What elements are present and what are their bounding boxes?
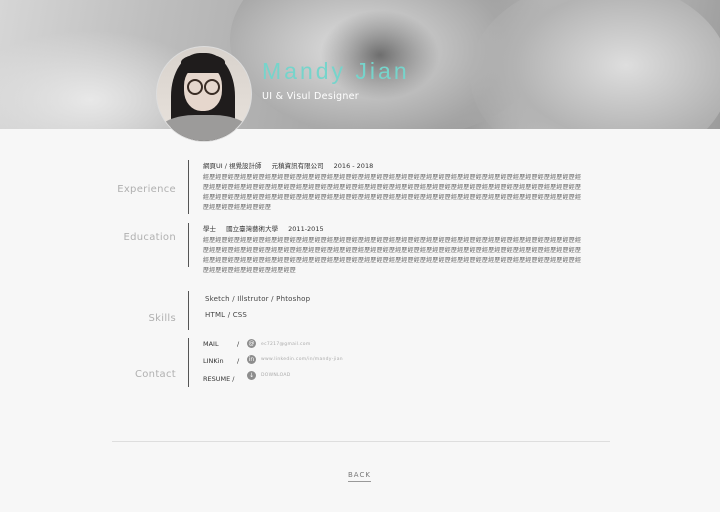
experience-entry: 網頁UI / 視覺設計師 元稹資訊有限公司 2016 - 2018 經歷經歷經歷… bbox=[203, 160, 583, 213]
banner-texture bbox=[320, 10, 440, 100]
glasses-lens bbox=[204, 79, 220, 95]
section-label-contact: Contact bbox=[134, 369, 176, 380]
contact-resume-label: RESUME / bbox=[203, 375, 235, 383]
education-title-row: 學士 國立臺灣藝術大學 2011-2015 bbox=[203, 223, 583, 233]
education-period: 2011-2015 bbox=[288, 225, 324, 233]
avatar-fringe bbox=[181, 55, 225, 73]
contact-linkin-label: LINKin bbox=[203, 357, 224, 365]
back-button[interactable]: BACK bbox=[348, 471, 371, 482]
education-entry: 學士 國立臺灣藝術大學 2011-2015 經歷經歷經歷經歷經歷經歷經歷經歷經歷… bbox=[203, 223, 583, 276]
section-divider-line bbox=[188, 291, 189, 330]
avatar bbox=[156, 46, 252, 142]
contact-linkin-value[interactable]: www.linkedin.com/in/mandy-jian bbox=[261, 357, 343, 362]
footer-divider bbox=[112, 441, 610, 442]
section-label-education: Education bbox=[123, 232, 176, 243]
download-icon[interactable]: ↓ bbox=[247, 371, 256, 380]
section-divider-line bbox=[188, 160, 189, 214]
company-name: 元稹資訊有限公司 bbox=[271, 162, 324, 170]
banner-texture bbox=[470, 0, 720, 129]
experience-description: 經歷經歷經歷經歷經歷經歷經歷經歷經歷經歷經歷經歷經歷經歷經歷經歷經歷經歷經歷經歷… bbox=[203, 174, 582, 211]
job-title: 網頁UI / 視覺設計師 bbox=[203, 162, 262, 170]
section-divider-line bbox=[188, 338, 189, 387]
email-icon[interactable]: @ bbox=[247, 339, 256, 348]
section-label-skills: Skills bbox=[148, 313, 176, 324]
section-divider-line bbox=[188, 223, 189, 267]
contact-mail-value[interactable]: ec7217@gmail.com bbox=[261, 342, 311, 347]
skill-item: HTML / CSS bbox=[205, 311, 248, 319]
school-name: 國立臺灣藝術大學 bbox=[226, 225, 279, 233]
glasses-lens bbox=[187, 79, 203, 95]
profile-role: UI & Visul Designer bbox=[262, 91, 360, 102]
avatar-body bbox=[159, 115, 249, 141]
section-label-experience: Experience bbox=[117, 184, 176, 195]
profile-name: Mandy Jian bbox=[262, 58, 410, 84]
education-description: 經歷經歷經歷經歷經歷經歷經歷經歷經歷經歷經歷經歷經歷經歷經歷經歷經歷經歷經歷經歷… bbox=[203, 237, 582, 274]
contact-separator: / bbox=[237, 357, 240, 365]
link-icon[interactable]: in bbox=[247, 355, 256, 364]
contact-mail-label: MAIL bbox=[203, 340, 219, 348]
experience-title-row: 網頁UI / 視覺設計師 元稹資訊有限公司 2016 - 2018 bbox=[203, 160, 583, 170]
skill-item: Sketch / Illstrutor / Phtoshop bbox=[205, 295, 311, 303]
degree: 學士 bbox=[203, 225, 216, 233]
resume-download-link[interactable]: DOWNLOAD bbox=[261, 373, 291, 378]
contact-separator: / bbox=[237, 340, 240, 348]
job-period: 2016 - 2018 bbox=[333, 162, 374, 170]
